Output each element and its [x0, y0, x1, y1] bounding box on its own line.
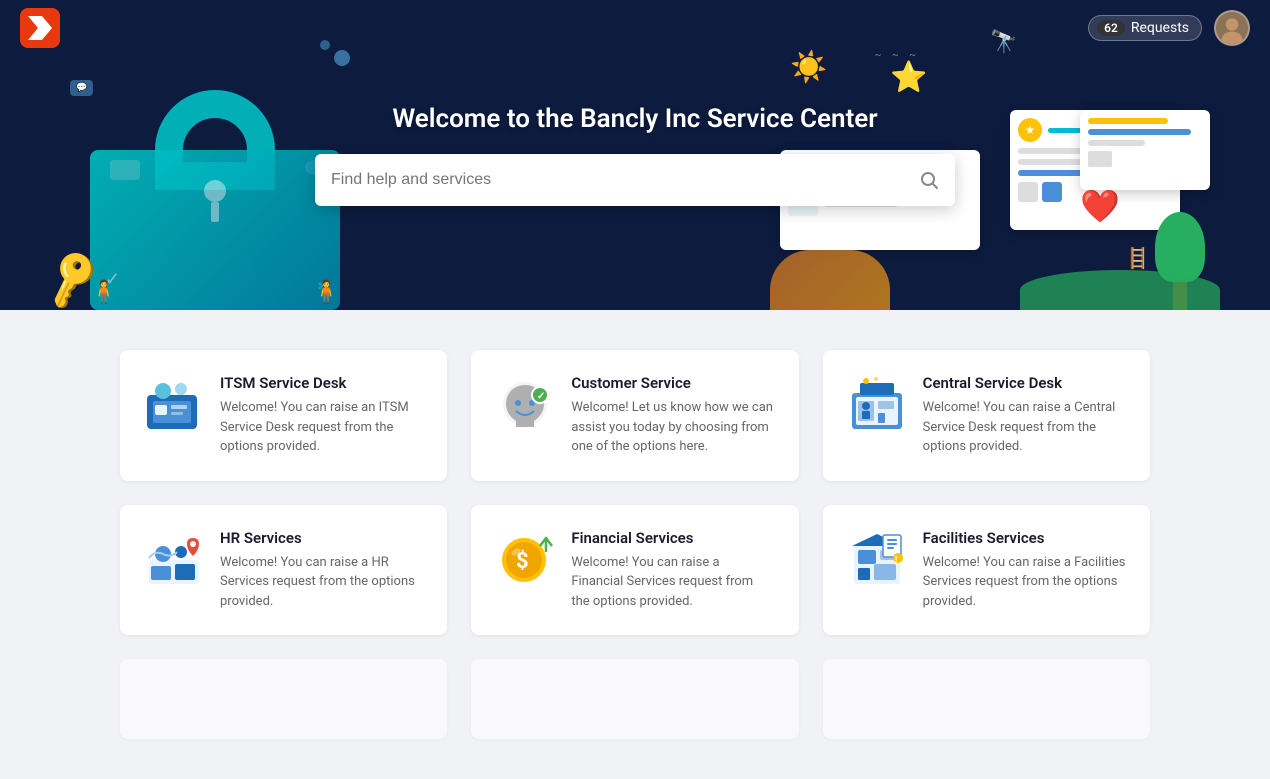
hr-desc: Welcome! You can raise a HR Services req…	[220, 553, 423, 612]
search-input[interactable]	[331, 171, 919, 189]
svg-text:✓: ✓	[537, 391, 545, 402]
logo[interactable]	[20, 8, 60, 48]
service-card-placeholder-3	[823, 659, 1150, 739]
hero-title: Welcome to the Bancly Inc Service Center	[285, 104, 985, 134]
itsm-title: ITSM Service Desk	[220, 374, 423, 392]
services-grid-bottom	[120, 659, 1150, 739]
requests-badge[interactable]: 62 Requests	[1088, 15, 1202, 41]
service-card-itsm[interactable]: ITSM Service Desk Welcome! You can raise…	[120, 350, 447, 481]
facilities-title: Facilities Services	[923, 529, 1126, 547]
services-grid: ITSM Service Desk Welcome! You can raise…	[120, 350, 1150, 635]
nav-right: 62 Requests	[1088, 10, 1250, 46]
central-card-text: Central Service Desk Welcome! You can ra…	[923, 374, 1126, 457]
hero-content: Welcome to the Bancly Inc Service Center	[285, 104, 985, 206]
customer-card-text: Customer Service Welcome! Let us know ho…	[571, 374, 774, 457]
svg-text:!: !	[895, 555, 897, 564]
service-card-placeholder-2	[471, 659, 798, 739]
itsm-desc: Welcome! You can raise an ITSM Service D…	[220, 398, 423, 457]
financial-icon: $	[495, 529, 555, 589]
logo-icon	[28, 16, 52, 40]
service-card-facilities[interactable]: ! Facilities Services Welcome! You can r…	[823, 505, 1150, 636]
hr-title: HR Services	[220, 529, 423, 547]
customer-icon: ✓	[495, 374, 555, 434]
service-card-financial[interactable]: $ Financial Services Welcome! You can ra…	[471, 505, 798, 636]
service-card-hr[interactable]: HR Services Welcome! You can raise a HR …	[120, 505, 447, 636]
itsm-icon	[144, 374, 204, 434]
facilities-desc: Welcome! You can raise a Facilities Serv…	[923, 553, 1126, 612]
customer-desc: Welcome! Let us know how we can assist y…	[571, 398, 774, 457]
mock-card-3	[1080, 110, 1210, 190]
customer-title: Customer Service	[571, 374, 774, 392]
avatar-image	[1216, 10, 1248, 46]
search-bar	[315, 154, 955, 206]
central-title: Central Service Desk	[923, 374, 1126, 392]
central-desc: Welcome! You can raise a Central Service…	[923, 398, 1126, 457]
financial-desc: Welcome! You can raise a Financial Servi…	[571, 553, 774, 612]
hr-card-text: HR Services Welcome! You can raise a HR …	[220, 529, 423, 612]
requests-count: 62	[1097, 20, 1125, 36]
facilities-card-text: Facilities Services Welcome! You can rai…	[923, 529, 1126, 612]
main-content: ITSM Service Desk Welcome! You can raise…	[0, 310, 1270, 779]
itsm-card-text: ITSM Service Desk Welcome! You can raise…	[220, 374, 423, 457]
service-card-placeholder-1	[120, 659, 447, 739]
search-button[interactable]	[919, 170, 939, 190]
user-avatar[interactable]	[1214, 10, 1250, 46]
service-card-customer[interactable]: ✓ Customer Service Welcome! Let us know …	[471, 350, 798, 481]
hr-icon	[144, 529, 204, 589]
financial-title: Financial Services	[571, 529, 774, 547]
service-card-central[interactable]: Central Service Desk Welcome! You can ra…	[823, 350, 1150, 481]
requests-label: Requests	[1131, 20, 1189, 36]
central-icon	[847, 374, 907, 434]
top-navigation: 62 Requests	[0, 0, 1270, 56]
financial-card-text: Financial Services Welcome! You can rais…	[571, 529, 774, 612]
search-icon	[919, 170, 939, 190]
facilities-icon: !	[847, 529, 907, 589]
